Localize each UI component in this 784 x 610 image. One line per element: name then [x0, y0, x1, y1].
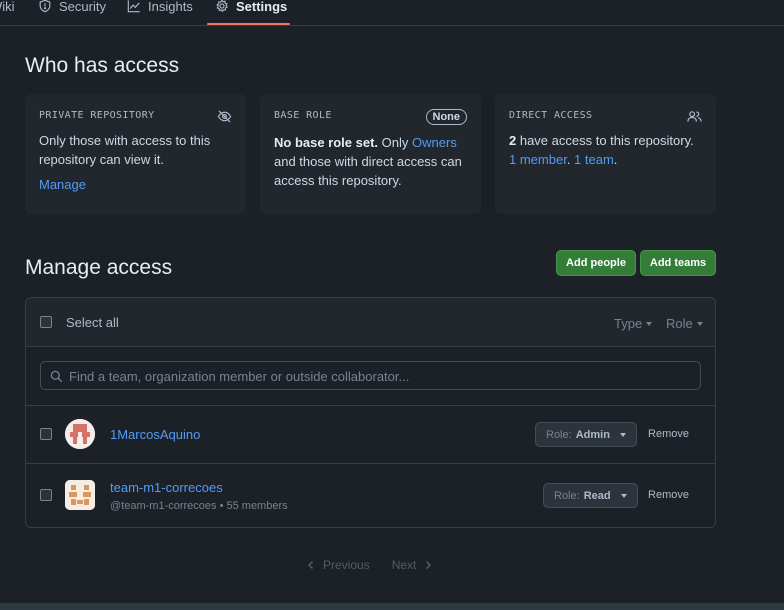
member-name-link[interactable]: 1MarcosAquino: [110, 427, 200, 442]
direct-access-card: DIRECT ACCESS 2 have access to this repo…: [495, 94, 716, 214]
table-row: team-m1-correcoes @team-m1-correcoes • 5…: [26, 464, 715, 522]
tab-label: Settings: [236, 0, 288, 14]
search-input[interactable]: [69, 367, 689, 385]
card-title: DIRECT ACCESS: [509, 110, 593, 121]
tab-label: Insights: [148, 0, 193, 14]
card-title: PRIVATE REPOSITORY: [39, 110, 155, 121]
tab-security[interactable]: Security: [38, 0, 106, 26]
bottom-scroll-bar: [0, 603, 784, 610]
row-checkbox[interactable]: [40, 489, 52, 501]
card-text: .: [613, 152, 618, 167]
private-repository-card: PRIVATE REPOSITORY Only those with acces…: [25, 94, 246, 214]
role-filter-dropdown[interactable]: Role: [666, 316, 703, 331]
manage-link[interactable]: Manage: [39, 177, 86, 192]
team-meta: @team-m1-correcoes • 55 members: [110, 500, 288, 512]
graph-icon: [127, 0, 140, 13]
team-name-link[interactable]: team-m1-correcoes: [110, 480, 223, 495]
search-row: [26, 347, 715, 406]
add-teams-button[interactable]: Add teams: [640, 250, 716, 276]
eye-closed-icon: [217, 110, 232, 123]
select-all-checkbox[interactable]: [40, 316, 52, 328]
base-role-bold: No base role set.: [274, 135, 379, 150]
search-icon: [50, 370, 63, 383]
manage-access-title: Manage access: [25, 256, 173, 279]
role-prefix: Role:: [554, 489, 580, 502]
role-prefix: Role:: [546, 428, 572, 441]
next-button[interactable]: Next: [392, 558, 433, 572]
gear-icon: [216, 0, 229, 13]
tab-label: Security: [59, 0, 106, 14]
chevron-down-icon: [696, 321, 703, 326]
role-filter-label: Role: [666, 316, 693, 331]
identicon-icon: [65, 480, 95, 510]
role-dropdown[interactable]: Role: Admin: [535, 422, 637, 447]
active-tab-indicator: [207, 23, 290, 25]
type-filter-label: Type: [614, 316, 643, 331]
identicon-icon: [65, 419, 95, 449]
panel-header: Select all Type Role: [26, 298, 715, 347]
avatar[interactable]: [65, 480, 95, 510]
chevron-right-icon: [426, 560, 432, 570]
chevron-down-icon: [619, 432, 626, 437]
card-text: have access to this repository.: [516, 133, 694, 148]
remove-button[interactable]: Remove: [648, 428, 689, 440]
who-has-access-title: Who has access: [25, 54, 180, 77]
row-checkbox[interactable]: [40, 428, 52, 440]
card-text: .: [566, 152, 575, 167]
shield-icon: [39, 0, 51, 13]
role-value: Read: [583, 489, 611, 502]
chevron-left-icon: [307, 560, 314, 570]
member-link[interactable]: 1 member: [509, 152, 567, 167]
remove-button[interactable]: Remove: [648, 489, 689, 501]
base-role-badge: None: [425, 109, 467, 125]
previous-label: Previous: [323, 558, 370, 572]
chevron-down-icon: [620, 493, 627, 498]
card-text: and those with direct access can access …: [274, 154, 462, 188]
select-all-label: Select all: [66, 315, 119, 330]
team-link[interactable]: 1 team: [574, 152, 614, 167]
type-filter-dropdown[interactable]: Type: [614, 316, 653, 331]
pagination: Previous Next: [307, 558, 432, 572]
tab-insights[interactable]: Insights: [127, 0, 193, 26]
base-role-card: BASE ROLE None No base role set. Only Ow…: [260, 94, 481, 214]
avatar[interactable]: [65, 419, 95, 449]
previous-button[interactable]: Previous: [307, 558, 370, 572]
repo-nav: Wiki Security Insights Settings: [0, 0, 784, 26]
role-dropdown[interactable]: Role: Read: [543, 483, 638, 508]
people-icon: [687, 111, 702, 122]
manage-access-panel: Select all Type Role 1MarcosA: [25, 297, 716, 528]
next-label: Next: [391, 558, 417, 572]
card-body: Only those with access to this repositor…: [39, 133, 211, 167]
table-row: 1MarcosAquino Role: Admin Remove: [26, 406, 715, 464]
chevron-down-icon: [646, 321, 653, 326]
card-body: 2 have access to this repository. 1 memb…: [509, 131, 702, 169]
search-box: [40, 361, 701, 390]
role-value: Admin: [575, 428, 610, 441]
add-people-button[interactable]: Add people: [556, 250, 636, 276]
card-text: Only: [378, 135, 413, 150]
tab-wiki[interactable]: Wiki: [0, 0, 15, 26]
tab-label: Wiki: [0, 0, 15, 14]
card-body: No base role set. Only Owners and those …: [274, 133, 467, 190]
owners-link[interactable]: Owners: [412, 135, 457, 150]
